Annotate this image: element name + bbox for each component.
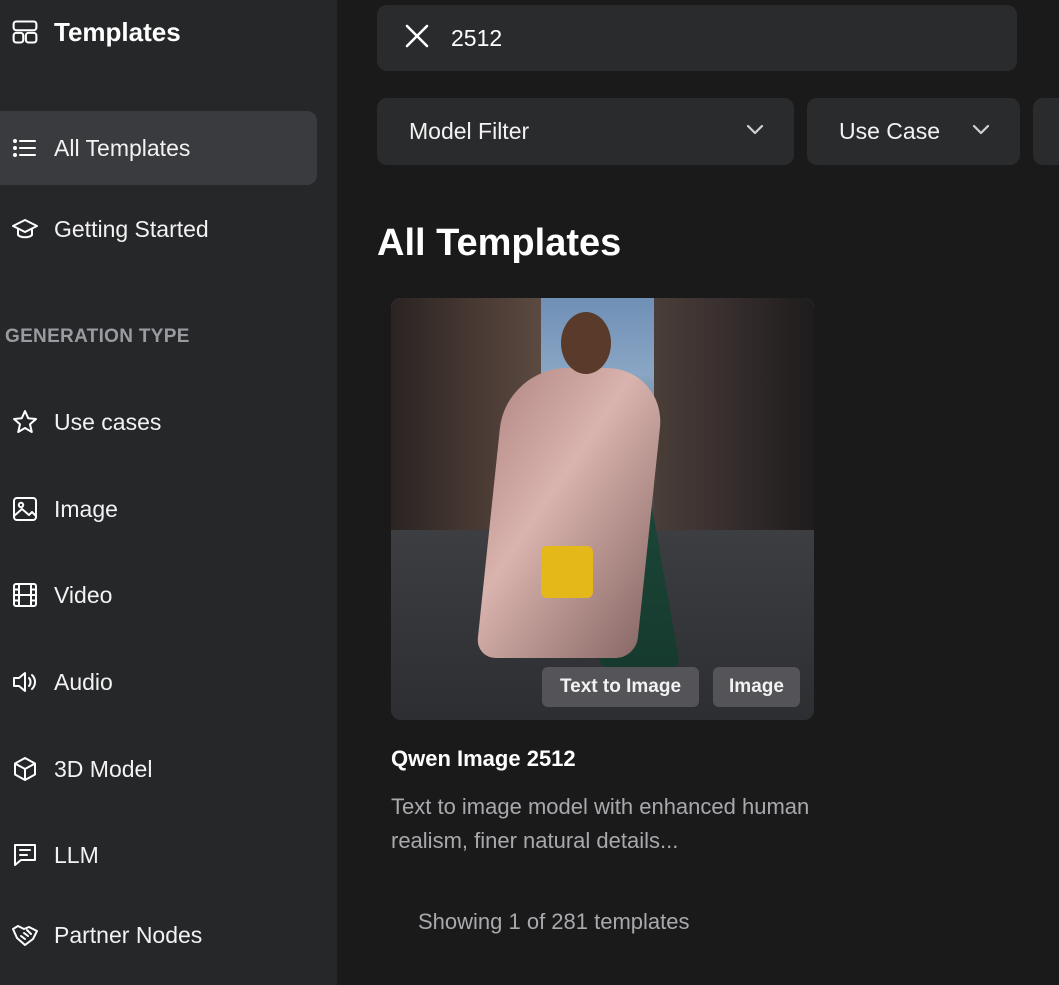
image-icon xyxy=(10,494,40,524)
chevron-down-icon xyxy=(742,116,768,148)
sidebar-item-getting-started[interactable]: Getting Started xyxy=(0,192,317,266)
thumbnail-figure-head xyxy=(561,312,611,374)
thumbnail-figure-coat xyxy=(475,368,667,658)
sidebar: Templates All Templates Getting Started … xyxy=(0,0,337,985)
close-icon[interactable] xyxy=(401,20,433,57)
use-case-label: Use Case xyxy=(839,118,940,144)
tag-text-to-image: Text to Image xyxy=(542,667,699,707)
template-thumbnail[interactable]: Text to Image Image xyxy=(391,298,814,720)
sidebar-item-label: Use cases xyxy=(54,408,162,435)
film-icon xyxy=(10,580,40,610)
search-bar xyxy=(377,5,1017,71)
sidebar-item-label: 3D Model xyxy=(54,755,153,782)
sidebar-item-label: LLM xyxy=(54,841,99,868)
template-count: Showing 1 of 281 templates xyxy=(418,909,690,934)
model-filter-dropdown[interactable]: Model Filter xyxy=(377,98,794,165)
sidebar-item-label: Partner Nodes xyxy=(54,921,203,948)
template-card[interactable]: Text to Image Image Qwen Image 2512 Text… xyxy=(391,298,814,858)
sidebar-item-all-templates[interactable]: All Templates xyxy=(0,111,317,185)
template-title: Qwen Image 2512 xyxy=(391,746,576,771)
sidebar-item-video[interactable]: Video xyxy=(0,558,317,632)
sidebar-item-3d-model[interactable]: 3D Model xyxy=(0,732,317,806)
graduation-cap-icon xyxy=(10,214,40,244)
sidebar-item-label: Image xyxy=(54,495,118,522)
sidebar-item-llm[interactable]: LLM xyxy=(0,818,317,892)
sidebar-item-label: Audio xyxy=(54,668,113,695)
speaker-icon xyxy=(10,667,40,697)
sidebar-item-audio[interactable]: Audio xyxy=(0,645,317,719)
list-icon xyxy=(10,133,40,163)
sidebar-item-partner-nodes[interactable]: Partner Nodes xyxy=(0,898,317,972)
templates-logo-icon xyxy=(10,17,40,47)
chat-icon xyxy=(10,840,40,870)
brand: Templates xyxy=(10,14,181,50)
search-input[interactable] xyxy=(451,24,971,52)
handshake-icon xyxy=(10,920,40,950)
sidebar-item-label: Video xyxy=(54,581,113,608)
brand-title: Templates xyxy=(54,16,181,47)
templates-app: Templates All Templates Getting Started … xyxy=(0,0,1059,985)
section-label-generation-type: GENERATION TYPE xyxy=(5,326,190,347)
tag-image: Image xyxy=(713,667,800,707)
sidebar-item-image[interactable]: Image xyxy=(0,472,317,546)
page-title: All Templates xyxy=(377,222,622,264)
chevron-down-icon xyxy=(968,116,994,148)
cube-icon xyxy=(10,754,40,784)
model-filter-label: Model Filter xyxy=(409,118,530,144)
more-filter-dropdown[interactable] xyxy=(1033,98,1059,165)
use-case-dropdown[interactable]: Use Case xyxy=(807,98,1020,165)
star-icon xyxy=(10,407,40,437)
sidebar-item-label: All Templates xyxy=(54,134,191,161)
template-description: Text to image model with enhanced human … xyxy=(391,794,810,853)
sidebar-item-use-cases[interactable]: Use cases xyxy=(0,385,317,459)
thumbnail-handbag xyxy=(541,546,593,598)
sidebar-item-label: Getting Started xyxy=(54,215,209,242)
